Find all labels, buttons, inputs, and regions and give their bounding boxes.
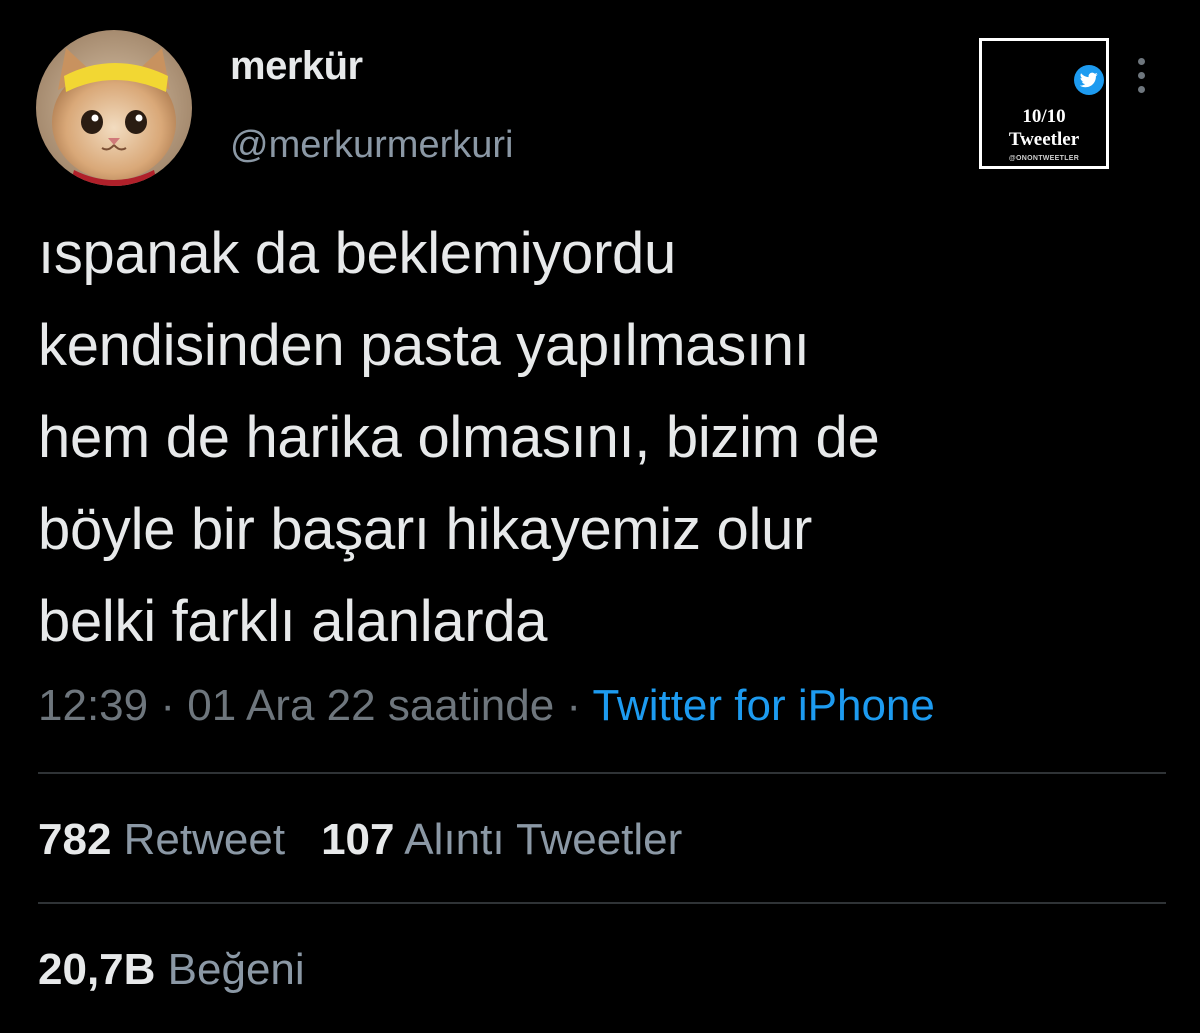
author-handle[interactable]: @merkurmerkuri bbox=[230, 126, 513, 164]
tweet-text: ıspanak da beklemiyordu kendisinden past… bbox=[38, 208, 1158, 668]
author-display-name[interactable]: merkür bbox=[230, 46, 363, 86]
likes-stats: 20,7B Beğeni bbox=[38, 948, 341, 992]
retweets-count: 782 bbox=[38, 815, 112, 864]
quote-tweets-label: Alıntı Tweetler bbox=[404, 815, 683, 864]
meta-separator: · bbox=[554, 681, 593, 730]
tweet-time[interactable]: 12:39 bbox=[38, 681, 148, 730]
badge-handle: @ONONTWEETLER bbox=[1008, 155, 1080, 162]
divider bbox=[38, 902, 1166, 904]
avatar[interactable] bbox=[36, 30, 192, 186]
retweets-stat[interactable]: 782 Retweet bbox=[38, 818, 285, 862]
engagement-stats: 782 Retweet 107 Alıntı Tweetler bbox=[38, 818, 718, 862]
tweet-text-line: kendisinden pasta yapılmasını bbox=[38, 313, 810, 378]
tweet-source-link[interactable]: Twitter for iPhone bbox=[592, 681, 934, 730]
tweet-metadata: 12:39 · 01 Ara 22 saatinde · Twitter for… bbox=[38, 684, 935, 728]
tweet-text-line: ıspanak da beklemiyordu bbox=[38, 221, 676, 286]
tweet-detail: merkür @merkurmerkuri 10/10 Tweetler @ON… bbox=[0, 0, 1200, 1033]
ontweetler-watermark: 10/10 Tweetler @ONONTWEETLER bbox=[979, 38, 1109, 169]
divider bbox=[38, 772, 1166, 774]
likes-count: 20,7B bbox=[38, 945, 156, 994]
tweet-text-line: belki farklı alanlarda bbox=[38, 589, 548, 654]
twitter-bird-icon bbox=[1074, 65, 1104, 95]
likes-stat[interactable]: 20,7B Beğeni bbox=[38, 948, 305, 992]
tweet-date[interactable]: 01 Ara 22 saatinde bbox=[187, 681, 554, 730]
more-options-icon[interactable] bbox=[1130, 56, 1154, 96]
tweet-text-line: hem de harika olmasını, bizim de bbox=[38, 405, 880, 470]
badge-count: 10/10 bbox=[1022, 106, 1066, 127]
tweet-text-line: böyle bir başarı hikayemiz olur bbox=[38, 497, 813, 562]
quote-tweets-stat[interactable]: 107 Alıntı Tweetler bbox=[321, 818, 682, 862]
retweets-label: Retweet bbox=[123, 815, 286, 864]
badge-title: Tweetler bbox=[1008, 129, 1080, 150]
meta-separator: · bbox=[148, 681, 188, 730]
cat-avatar-image bbox=[36, 30, 192, 186]
quote-tweets-count: 107 bbox=[321, 815, 395, 864]
likes-label: Beğeni bbox=[167, 945, 305, 994]
